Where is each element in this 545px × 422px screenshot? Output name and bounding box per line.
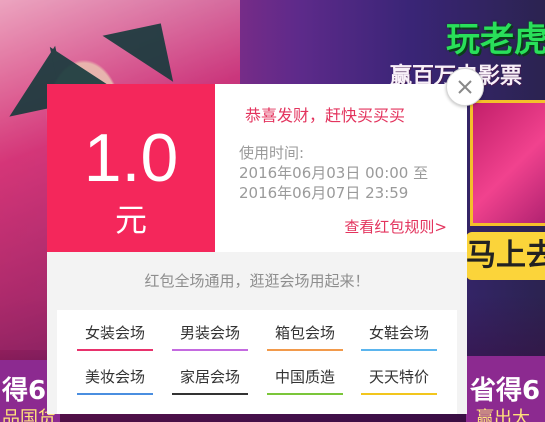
venue-label: 女鞋会场: [368, 324, 429, 342]
venue-section: 红包全场通用，逛逛会场用起来！ 女装会场 男装会场 箱包会场 女鞋会场 美妆会场…: [47, 252, 467, 414]
coupon-info: 恭喜发财，赶快买买买 使用时间: 2016年06月03日 00:00 至 201…: [215, 84, 467, 252]
promo-cta-button[interactable]: 马上去: [466, 232, 545, 280]
usage-end-date: 2016年06月07日 23:59: [239, 184, 409, 202]
venue-link-daily-deals[interactable]: 天天特价: [361, 366, 437, 395]
venue-link-beauty[interactable]: 美妆会场: [77, 366, 153, 395]
promo-bottom-right-small: 赢出大: [476, 408, 530, 422]
venue-underline: [77, 349, 153, 351]
venue-link-home[interactable]: 家居会场: [172, 366, 248, 395]
venue-link-men[interactable]: 男装会场: [172, 322, 248, 351]
promo-slogan: 玩老虎: [446, 20, 545, 60]
venue-tip: 红包全场通用，逛逛会场用起来！: [144, 272, 370, 290]
view-rules-link[interactable]: 查看红包规则>: [344, 216, 447, 237]
venue-link-china-made[interactable]: 中国质造: [267, 366, 343, 395]
venue-underline: [267, 393, 343, 395]
venue-label: 家居会场: [179, 368, 240, 386]
venue-label: 男装会场: [179, 324, 240, 342]
promo-bottom-left-big: 得6: [2, 376, 47, 406]
close-button[interactable]: [446, 68, 484, 106]
venue-underline: [77, 393, 153, 395]
venue-underline: [361, 349, 437, 351]
usage-start-date: 2016年06月03日 00:00 至: [239, 164, 429, 182]
venue-label: 天天特价: [368, 368, 429, 386]
venue-underline: [267, 349, 343, 351]
usage-time-label: 使用时间:: [239, 144, 305, 162]
coupon-amount: 1.0: [83, 120, 179, 196]
close-icon: [458, 80, 472, 94]
venue-label: 女装会场: [84, 324, 145, 342]
promo-frame-image: [470, 100, 545, 226]
venue-label: 箱包会场: [274, 324, 335, 342]
coupon-amount-panel: 1.0 元: [47, 84, 215, 252]
venue-link-bags[interactable]: 箱包会场: [267, 322, 343, 351]
coupon-unit: 元: [114, 201, 147, 239]
promo-bottom-right-big: 省得6: [470, 376, 541, 406]
venue-label: 中国质造: [274, 368, 335, 386]
venue-grid: 女装会场 男装会场 箱包会场 女鞋会场 美妆会场 家居会场 中国质造 天天特价: [57, 310, 457, 414]
red-packet-modal: 1.0 元 恭喜发财，赶快买买买 使用时间: 2016年06月03日 00:00…: [47, 84, 467, 414]
coupon-headline: 恭喜发财，赶快买买买: [245, 106, 406, 125]
venue-label: 美妆会场: [84, 368, 145, 386]
promo-bottom-right[interactable]: 省得6 赢出大: [466, 356, 545, 422]
venue-underline: [172, 393, 248, 395]
venue-underline: [172, 349, 248, 351]
venue-link-shoes[interactable]: 女鞋会场: [361, 322, 437, 351]
venue-link-women[interactable]: 女装会场: [77, 322, 153, 351]
venue-underline: [361, 393, 437, 395]
